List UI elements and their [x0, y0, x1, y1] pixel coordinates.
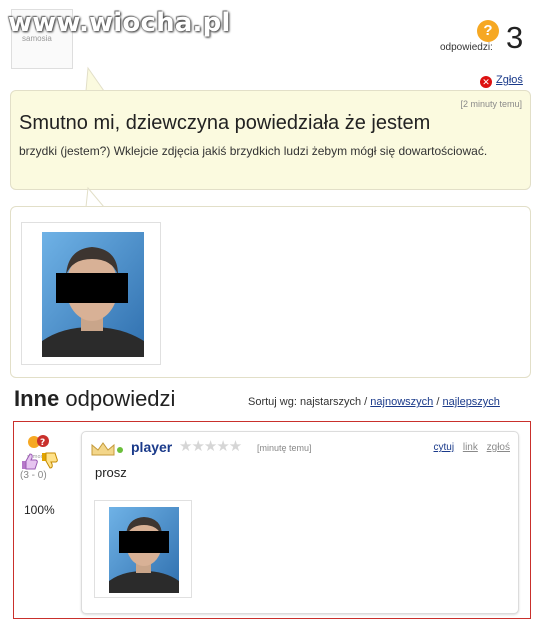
question-body: brzydki (jestem?) Wklejcie zdjęcia jakiś…: [19, 144, 488, 158]
report-icon: ✕: [480, 76, 492, 88]
question-bubble: [2 minuty temu] Smutno mi, dziewczyna po…: [10, 90, 531, 190]
answer-item: ? samosia (3 - 0) 100% player ★★★★★ [min…: [13, 421, 531, 619]
answer-photo[interactable]: [94, 500, 192, 598]
photo-image: [42, 232, 144, 357]
thumbs-up-icon: [22, 453, 38, 470]
answer-text: prosz: [95, 465, 127, 480]
permalink-link[interactable]: link: [463, 442, 478, 453]
vote-percent: 100%: [24, 503, 55, 517]
sort-options: Sortuj wg: najstarszych / najnowszych / …: [248, 396, 500, 408]
sort-prefix: Sortuj wg: najstarszych /: [248, 396, 368, 408]
vote-count: (3 - 0): [20, 470, 47, 481]
question-time: [2 minuty temu]: [460, 99, 522, 109]
answers-count-label: odpowiedzi:: [440, 42, 493, 53]
report-label[interactable]: Zgłoś: [496, 74, 523, 86]
sort-separator: /: [436, 396, 440, 408]
heading-rest: odpowiedzi: [65, 386, 176, 411]
answers-count: 3: [506, 20, 524, 55]
svg-text:?: ?: [40, 438, 45, 448]
answer-photo-image: [109, 507, 179, 593]
answer-username[interactable]: player: [131, 439, 172, 455]
question-title: Smutno mi, dziewczyna powiedziała że jes…: [19, 112, 431, 134]
answer-time: [minutę temu]: [257, 443, 312, 453]
bubble-tail: [85, 66, 106, 92]
rating-stars: ★★★★★: [179, 438, 242, 455]
thumbs-down-icon: [42, 452, 58, 469]
heading-bold: Inne: [14, 386, 60, 411]
quote-link[interactable]: cytuj: [434, 442, 455, 453]
answer-bubble: player ★★★★★ [minutę temu] cytuj link zg…: [81, 431, 519, 614]
photo-bubble-tail: [85, 186, 106, 208]
crown-icon: [91, 442, 123, 456]
answer-actions: cytuj link zgłoś: [428, 442, 511, 453]
question-photo[interactable]: [21, 222, 161, 365]
report-answer-link[interactable]: zgłoś: [487, 442, 510, 453]
site-watermark: www.wiocha.pl: [8, 8, 231, 38]
question-mark-icon: ?: [477, 20, 499, 42]
sort-newest-link[interactable]: najnowszych: [370, 396, 433, 408]
sort-best-link[interactable]: najlepszych: [442, 396, 499, 408]
report-link[interactable]: ✕ Zgłoś: [480, 74, 523, 88]
other-answers-heading: Inne odpowiedzi: [14, 386, 175, 412]
vote-icons: [22, 452, 58, 470]
question-photo-panel: [10, 206, 531, 378]
